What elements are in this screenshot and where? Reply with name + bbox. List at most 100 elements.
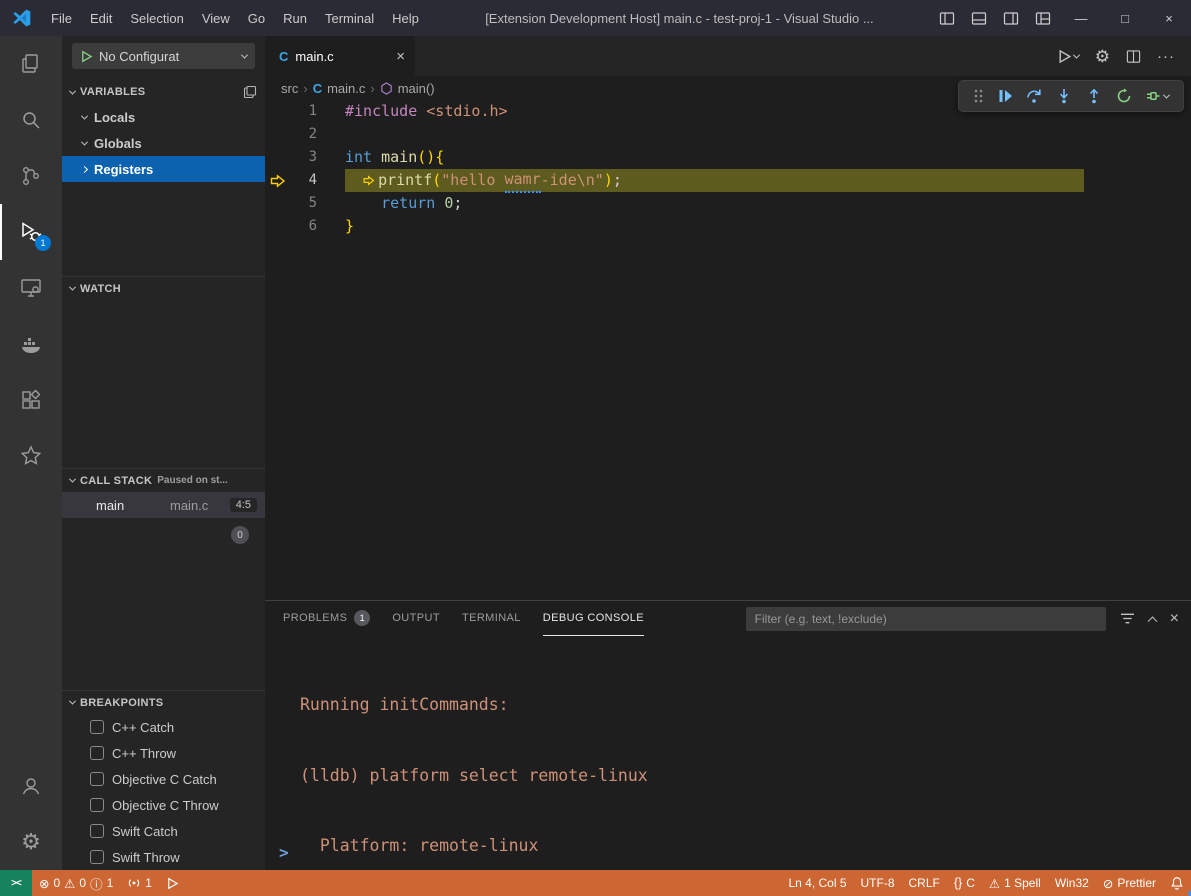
breadcrumb-symbol[interactable]: main() xyxy=(398,81,435,96)
breakpoints-header[interactable]: BREAKPOINTS xyxy=(62,690,265,714)
code-content[interactable]: printf("hello wamr-ide\n"); xyxy=(317,169,622,192)
maximize-button[interactable]: □ xyxy=(1103,0,1147,36)
tab-main-c[interactable]: C main.c × xyxy=(265,36,415,76)
menu-view[interactable]: View xyxy=(193,6,239,31)
console-prompt[interactable]: > xyxy=(279,843,289,862)
problems-status[interactable]: ⊗ 0 ⚠ 0 ⓘ 1 xyxy=(32,870,120,896)
step-over-icon[interactable] xyxy=(1026,88,1042,104)
gutter-margin[interactable] xyxy=(265,100,291,123)
continue-icon[interactable] xyxy=(997,88,1013,104)
minimize-button[interactable]: — xyxy=(1059,0,1103,36)
breakpoint-row[interactable]: Swift Catch xyxy=(62,818,265,844)
gutter-margin[interactable] xyxy=(265,215,291,238)
source-control-icon[interactable] xyxy=(0,148,62,204)
more-actions-icon[interactable]: ··· xyxy=(1157,48,1175,65)
code-content[interactable]: int main(){ xyxy=(317,146,444,169)
notifications-bell[interactable] xyxy=(1163,870,1191,896)
code-line-2[interactable]: 2 xyxy=(265,123,1191,146)
remote-indicator[interactable]: >< xyxy=(0,870,32,896)
menu-file[interactable]: File xyxy=(42,6,81,31)
encoding-selector[interactable]: UTF-8 xyxy=(854,870,902,896)
step-into-icon[interactable] xyxy=(1056,88,1072,104)
gutter-margin[interactable] xyxy=(265,146,291,169)
breakpoint-row[interactable]: C++ Catch xyxy=(62,714,265,740)
variables-item-locals[interactable]: Locals xyxy=(62,104,265,130)
inline-breakpoint-icon[interactable] xyxy=(363,175,375,186)
language-selector[interactable]: {} C xyxy=(947,870,982,896)
code-line-3[interactable]: 3 int main(){ xyxy=(265,146,1191,169)
menu-help[interactable]: Help xyxy=(383,6,428,31)
gutter-margin[interactable] xyxy=(265,123,291,146)
checkbox[interactable] xyxy=(90,850,104,864)
gutter-margin[interactable] xyxy=(265,192,291,215)
menu-edit[interactable]: Edit xyxy=(81,6,121,31)
variables-header[interactable]: VARIABLES xyxy=(62,80,265,104)
breakpoint-row[interactable]: Swift Throw xyxy=(62,844,265,870)
remote-explorer-icon[interactable] xyxy=(0,260,62,316)
callstack-header[interactable]: CALL STACK Paused on st... xyxy=(62,468,265,492)
run-and-debug-icon[interactable]: 1 xyxy=(0,204,62,260)
start-debugging-icon[interactable] xyxy=(80,50,93,63)
breadcrumb-file[interactable]: main.c xyxy=(327,81,365,96)
eol-selector[interactable]: CRLF xyxy=(902,870,947,896)
cursor-position[interactable]: Ln 4, Col 5 xyxy=(781,870,853,896)
checkbox[interactable] xyxy=(90,746,104,760)
code-line-6[interactable]: 6 } xyxy=(265,215,1191,238)
gear-icon[interactable]: ⚙ xyxy=(1095,48,1110,65)
split-editor-icon[interactable] xyxy=(1126,49,1141,64)
checkbox[interactable] xyxy=(90,798,104,812)
code-content[interactable] xyxy=(317,123,345,146)
toggle-sidebar-icon[interactable] xyxy=(931,0,963,36)
menu-run[interactable]: Run xyxy=(274,6,316,31)
breadcrumb-folder[interactable]: src xyxy=(281,81,298,96)
code-content[interactable]: #include <stdio.h> xyxy=(317,100,508,123)
close-panel-icon[interactable]: × xyxy=(1170,610,1179,628)
docker-icon[interactable] xyxy=(0,316,62,372)
breakpoint-row[interactable]: Objective C Catch xyxy=(62,766,265,792)
code-line-4-current[interactable]: 4 printf("hello wamr-ide\n"); xyxy=(265,169,1191,192)
duplicate-icon[interactable] xyxy=(243,85,257,99)
variables-item-globals[interactable]: Globals xyxy=(62,130,265,156)
tab-problems[interactable]: PROBLEMS 1 xyxy=(283,601,370,636)
execution-pointer-icon[interactable] xyxy=(265,169,291,192)
disconnect-icon[interactable] xyxy=(1145,88,1169,104)
run-or-debug-button[interactable] xyxy=(1057,49,1079,64)
console-filter-input[interactable] xyxy=(746,607,1106,631)
code-line-5[interactable]: 5 return 0; xyxy=(265,192,1191,215)
explorer-icon[interactable] xyxy=(0,36,62,92)
close-button[interactable]: × xyxy=(1147,0,1191,36)
toggle-secondary-sidebar-icon[interactable] xyxy=(995,0,1027,36)
step-out-icon[interactable] xyxy=(1086,88,1102,104)
filter-lines-icon[interactable] xyxy=(1120,612,1135,625)
debug-status-icon[interactable] xyxy=(159,870,186,896)
checkbox[interactable] xyxy=(90,720,104,734)
menu-selection[interactable]: Selection xyxy=(121,6,192,31)
restart-icon[interactable] xyxy=(1116,88,1132,104)
tab-debug-console[interactable]: DEBUG CONSOLE xyxy=(543,601,644,636)
close-icon[interactable]: × xyxy=(396,48,405,65)
checkbox[interactable] xyxy=(90,772,104,786)
toggle-panel-icon[interactable] xyxy=(963,0,995,36)
stack-frame-row[interactable]: main main.c 4:5 xyxy=(62,492,265,518)
platform-status[interactable]: Win32 xyxy=(1048,870,1096,896)
maximize-panel-icon[interactable] xyxy=(1147,616,1157,626)
accounts-icon[interactable] xyxy=(0,758,62,814)
code-content[interactable]: return 0; xyxy=(317,192,462,215)
code-content[interactable]: } xyxy=(317,215,354,238)
settings-gear-icon[interactable]: ⚙ xyxy=(0,814,62,870)
menu-go[interactable]: Go xyxy=(239,6,274,31)
ports-status[interactable]: 1 xyxy=(120,870,159,896)
launch-config-dropdown[interactable]: No Configurat xyxy=(72,43,255,69)
formatter-status[interactable]: ⊘ Prettier xyxy=(1096,870,1163,896)
breakpoint-row[interactable]: Objective C Throw xyxy=(62,792,265,818)
tab-terminal[interactable]: TERMINAL xyxy=(462,601,521,636)
star-icon[interactable] xyxy=(0,428,62,484)
breakpoint-row[interactable]: C++ Throw xyxy=(62,740,265,766)
checkbox[interactable] xyxy=(90,824,104,838)
variables-item-registers[interactable]: Registers xyxy=(62,156,265,182)
menu-terminal[interactable]: Terminal xyxy=(316,6,383,31)
tab-output[interactable]: OUTPUT xyxy=(392,601,440,636)
watch-header[interactable]: WATCH xyxy=(62,276,265,300)
spell-checker-status[interactable]: ⚠ 1 Spell xyxy=(982,870,1048,896)
search-icon[interactable] xyxy=(0,92,62,148)
